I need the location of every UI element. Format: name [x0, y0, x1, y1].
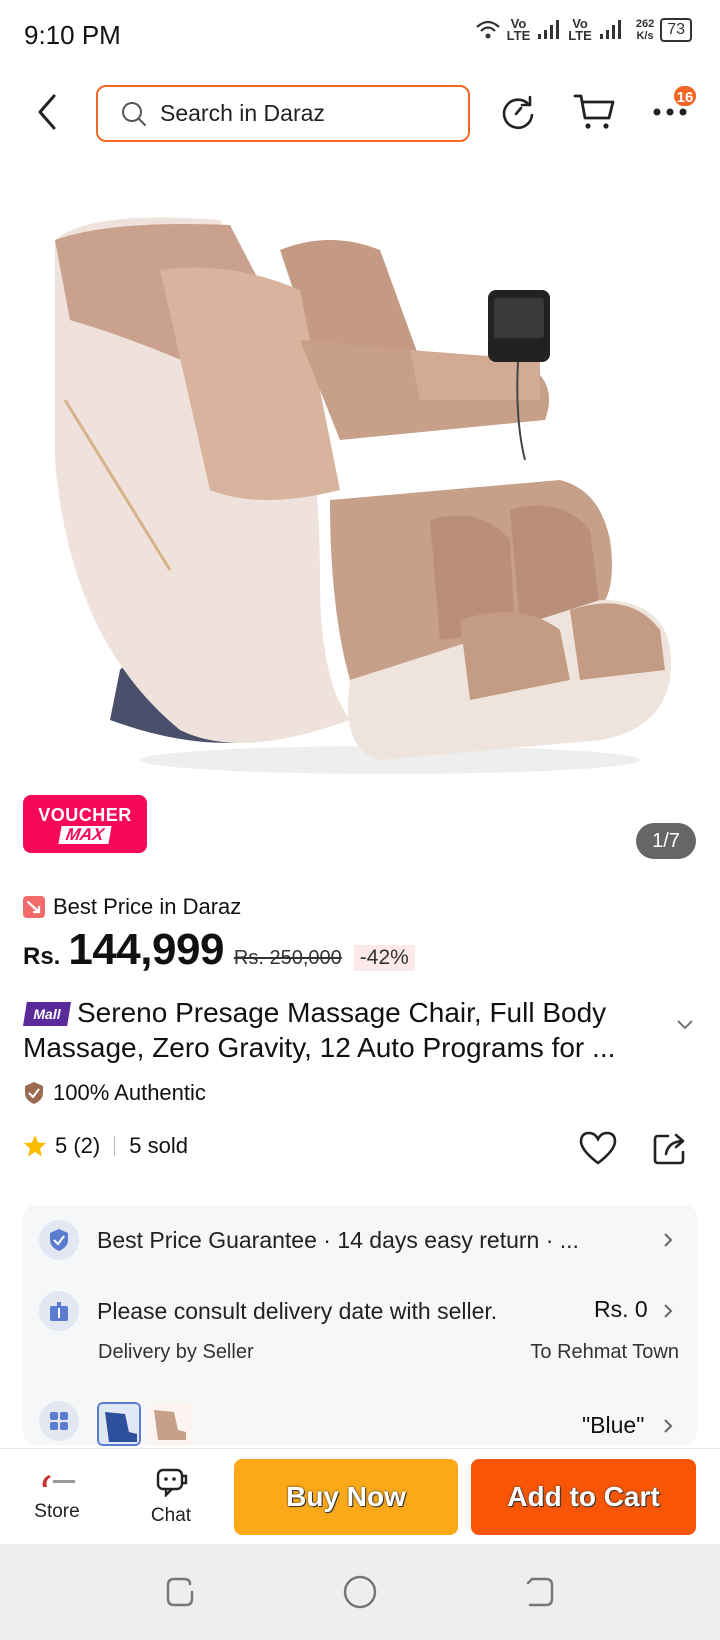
delivery-text: Please consult delivery date with seller… — [97, 1298, 498, 1324]
shield-check-icon — [25, 1082, 43, 1104]
chevron-right-icon — [664, 1304, 673, 1318]
product-title-text: Sereno Presage Massage Chair, Full Body … — [23, 997, 616, 1063]
back-arrow-icon — [526, 1577, 554, 1607]
top-bar: Search in Daraz 16 — [0, 80, 720, 150]
massage-chair-image — [55, 217, 672, 774]
notification-badge: 16 — [672, 84, 698, 108]
recent-apps-button[interactable] — [162, 1574, 198, 1610]
best-price-label: Best Price in Daraz — [23, 894, 241, 920]
star-icon — [24, 1135, 46, 1157]
sold-count: 5 sold — [129, 1133, 188, 1158]
shield-icon — [39, 1220, 79, 1260]
system-navigation-bar — [0, 1544, 720, 1640]
best-price-text: Best Price in Daraz — [53, 894, 242, 919]
guarantee-row[interactable]: Best Price Guarantee · 14 days easy retu… — [23, 1205, 697, 1275]
authentic-label: 100% Authentic — [23, 1080, 206, 1106]
store-label: Store — [34, 1501, 80, 1522]
recents-icon — [166, 1577, 194, 1607]
voucher-max-badge[interactable]: VOUCHER MAX — [23, 795, 147, 853]
add-to-cart-button[interactable]: Add to Cart — [471, 1459, 696, 1535]
rating-value: 5 (2) — [55, 1133, 101, 1158]
variant-swatch-beige[interactable] — [148, 1402, 192, 1446]
status-time: 9:10 PM — [24, 20, 121, 50]
heart-icon — [579, 1131, 617, 1165]
network-label-2: Vo LTE — [568, 16, 592, 43]
battery-icon: 73 — [660, 18, 692, 42]
share-button[interactable] — [652, 1130, 688, 1171]
price-currency: Rs. — [23, 943, 61, 970]
cart-icon — [573, 94, 615, 129]
delivery-location: To Rehmat Town — [530, 1341, 679, 1363]
product-title[interactable]: Mall Sereno Presage Massage Chair, Full B… — [23, 995, 663, 1065]
history-button[interactable] — [496, 90, 540, 134]
network-label-1: Vo LTE — [506, 16, 531, 43]
discount-badge: -42% — [353, 945, 415, 971]
chevron-down-icon — [677, 1020, 693, 1030]
delivery-by: Delivery by Seller — [98, 1341, 254, 1363]
store-logo-icon — [42, 1475, 75, 1487]
status-bar: 9:10 PM Vo LTE Vo LTE 262 K/s 73 — [0, 0, 720, 72]
chat-icon — [156, 1468, 188, 1497]
store-button[interactable]: Store — [12, 1449, 102, 1545]
guarantee-text: Best Price Guarantee · 14 days easy retu… — [97, 1227, 579, 1253]
chat-button[interactable]: Chat — [126, 1449, 216, 1545]
buy-now-button[interactable]: Buy Now — [234, 1459, 458, 1535]
wifi-icon — [475, 20, 500, 39]
status-icons: Vo LTE Vo LTE 262 K/s 73 — [475, 16, 692, 43]
original-price: Rs. 250,000 — [233, 947, 342, 969]
network-speed: 262 K/s — [635, 18, 655, 42]
chat-label: Chat — [150, 1505, 192, 1526]
back-button[interactable] — [28, 92, 68, 132]
bottom-action-bar: Store Chat Buy Now Add to Cart — [0, 1448, 720, 1544]
home-button[interactable] — [342, 1574, 378, 1610]
image-counter: 1/7 — [636, 823, 696, 859]
signal-icon — [538, 20, 560, 39]
grid-icon — [39, 1401, 79, 1441]
expand-title-button[interactable] — [676, 1018, 694, 1036]
chevron-right-icon — [664, 1419, 673, 1433]
variant-selected: "Blue" — [582, 1412, 645, 1438]
product-image[interactable] — [0, 160, 720, 810]
search-placeholder: Search in Daraz — [160, 100, 325, 126]
best-price-icon — [23, 896, 45, 918]
divider — [114, 1136, 116, 1156]
price-row: Rs. 144,999 Rs. 250,000 -42% — [23, 925, 415, 975]
search-input[interactable]: Search in Daraz — [96, 85, 470, 142]
wishlist-button[interactable] — [578, 1130, 618, 1171]
chevron-right-icon — [664, 1233, 673, 1247]
delivery-price: Rs. 0 — [594, 1296, 648, 1322]
home-circle-icon — [343, 1575, 377, 1609]
refresh-icon — [502, 95, 534, 130]
signal-icon — [599, 20, 621, 39]
system-back-button[interactable] — [522, 1574, 558, 1610]
rating-row[interactable]: 5 (2) 5 sold — [23, 1133, 188, 1159]
current-price: 144,999 — [68, 925, 224, 974]
mall-badge: Mall — [23, 1002, 71, 1026]
authentic-text: 100% Authentic — [53, 1080, 206, 1105]
chevron-left-icon — [38, 94, 56, 130]
voucher-label: VOUCHER — [38, 804, 132, 825]
more-button[interactable]: 16 — [648, 84, 698, 134]
package-icon — [39, 1291, 79, 1331]
variant-swatch-blue[interactable] — [97, 1402, 141, 1446]
share-icon — [653, 1133, 685, 1165]
delivery-row[interactable]: Please consult delivery date with seller… — [23, 1275, 697, 1385]
cart-button[interactable] — [572, 90, 616, 134]
voucher-max-label: MAX — [58, 825, 112, 844]
search-icon — [122, 101, 146, 126]
